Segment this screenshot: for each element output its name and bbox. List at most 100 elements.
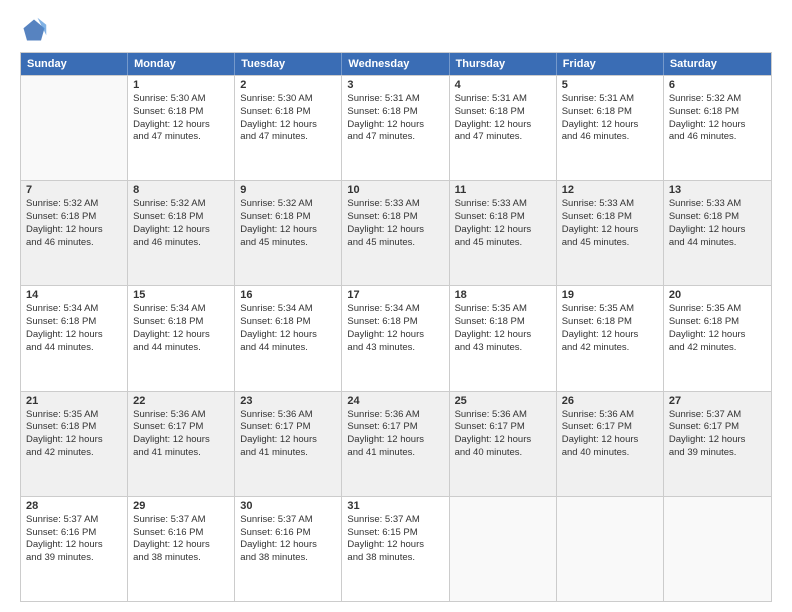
day-number: 24 (347, 395, 443, 407)
cell-line: Sunset: 6:18 PM (347, 106, 443, 119)
cell-line: Sunset: 6:18 PM (133, 106, 229, 119)
calendar-row: 21Sunrise: 5:35 AMSunset: 6:18 PMDayligh… (21, 391, 771, 496)
calendar-cell: 4Sunrise: 5:31 AMSunset: 6:18 PMDaylight… (450, 76, 557, 180)
cell-line: Sunset: 6:18 PM (669, 211, 766, 224)
day-number: 23 (240, 395, 336, 407)
cell-line: Sunset: 6:18 PM (562, 211, 658, 224)
cell-line: Sunrise: 5:32 AM (669, 93, 766, 106)
day-number: 11 (455, 184, 551, 196)
cell-line: Daylight: 12 hours (669, 434, 766, 447)
cell-line: Sunrise: 5:34 AM (26, 303, 122, 316)
cell-line: and 42 minutes. (669, 342, 766, 355)
cell-line: Sunset: 6:18 PM (562, 316, 658, 329)
cell-line: Daylight: 12 hours (26, 329, 122, 342)
logo (20, 16, 52, 44)
calendar-cell: 25Sunrise: 5:36 AMSunset: 6:17 PMDayligh… (450, 392, 557, 496)
cell-line: Daylight: 12 hours (347, 539, 443, 552)
cell-line: Daylight: 12 hours (562, 224, 658, 237)
cell-line: Sunset: 6:15 PM (347, 527, 443, 540)
day-number: 8 (133, 184, 229, 196)
calendar-cell: 8Sunrise: 5:32 AMSunset: 6:18 PMDaylight… (128, 181, 235, 285)
calendar: SundayMondayTuesdayWednesdayThursdayFrid… (20, 52, 772, 602)
calendar-cell: 14Sunrise: 5:34 AMSunset: 6:18 PMDayligh… (21, 286, 128, 390)
cell-line: Daylight: 12 hours (669, 224, 766, 237)
cell-line: Sunrise: 5:36 AM (133, 409, 229, 422)
calendar-cell (557, 497, 664, 601)
cell-line: and 47 minutes. (347, 131, 443, 144)
calendar-cell: 12 Sunrise: 5:33 AMSunset: 6:18 PMDayligh… (557, 181, 664, 285)
cell-line: Daylight: 12 hours (133, 434, 229, 447)
cell-line: Daylight: 12 hours (347, 329, 443, 342)
cell-line: Sunset: 6:18 PM (240, 316, 336, 329)
calendar-header-cell: Sunday (21, 53, 128, 75)
calendar-cell: 15Sunrise: 5:34 AMSunset: 6:18 PMDayligh… (128, 286, 235, 390)
cell-line: Daylight: 12 hours (669, 329, 766, 342)
day-number: 27 (669, 395, 766, 407)
cell-line: Sunrise: 5:31 AM (455, 93, 551, 106)
calendar-cell: 21Sunrise: 5:35 AMSunset: 6:18 PMDayligh… (21, 392, 128, 496)
calendar-body: 1Sunrise: 5:30 AMSunset: 6:18 PMDaylight… (21, 75, 771, 601)
day-number: 12 (562, 184, 658, 196)
calendar-cell: 22Sunrise: 5:36 AMSunset: 6:17 PMDayligh… (128, 392, 235, 496)
cell-line: and 45 minutes. (455, 237, 551, 250)
calendar-header-cell: Friday (557, 53, 664, 75)
calendar-cell: 10Sunrise: 5:33 AMSunset: 6:18 PMDayligh… (342, 181, 449, 285)
cell-line: Sunset: 6:17 PM (240, 421, 336, 434)
day-number: 28 (26, 500, 122, 512)
cell-line: Sunset: 6:18 PM (133, 316, 229, 329)
day-number: 6 (669, 79, 766, 91)
calendar-cell: 5Sunrise: 5:31 AMSunset: 6:18 PMDaylight… (557, 76, 664, 180)
cell-line: Daylight: 12 hours (455, 329, 551, 342)
day-number: 25 (455, 395, 551, 407)
logo-icon (20, 16, 48, 44)
calendar-header-row: SundayMondayTuesdayWednesdayThursdayFrid… (21, 53, 771, 75)
cell-line: Sunrise: 5:37 AM (669, 409, 766, 422)
cell-line: and 46 minutes. (562, 131, 658, 144)
calendar-cell: 23Sunrise: 5:36 AMSunset: 6:17 PMDayligh… (235, 392, 342, 496)
cell-line: and 46 minutes. (669, 131, 766, 144)
cell-line: and 39 minutes. (669, 447, 766, 460)
cell-line: Daylight: 12 hours (347, 434, 443, 447)
cell-line: Daylight: 12 hours (240, 224, 336, 237)
cell-line: Sunset: 6:17 PM (347, 421, 443, 434)
cell-line: Sunset: 6:17 PM (455, 421, 551, 434)
cell-line: Sunset: 6:18 PM (455, 211, 551, 224)
cell-line: Sunset: 6:17 PM (669, 421, 766, 434)
calendar-cell: 20Sunrise: 5:35 AMSunset: 6:18 PMDayligh… (664, 286, 771, 390)
cell-line: and 45 minutes. (562, 237, 658, 250)
calendar-cell (450, 497, 557, 601)
calendar-header-cell: Monday (128, 53, 235, 75)
cell-line: Daylight: 12 hours (133, 329, 229, 342)
day-number: 15 (133, 289, 229, 301)
cell-line: Daylight: 12 hours (133, 119, 229, 132)
day-number: 29 (133, 500, 229, 512)
cell-line: and 47 minutes. (240, 131, 336, 144)
cell-line: Daylight: 12 hours (26, 224, 122, 237)
day-number: 21 (26, 395, 122, 407)
calendar-cell: 13Sunrise: 5:33 AMSunset: 6:18 PMDayligh… (664, 181, 771, 285)
cell-line: Daylight: 12 hours (455, 119, 551, 132)
day-number: 16 (240, 289, 336, 301)
day-number: 13 (669, 184, 766, 196)
cell-line: Sunset: 6:18 PM (240, 106, 336, 119)
calendar-header-cell: Saturday (664, 53, 771, 75)
calendar-cell: 18Sunrise: 5:35 AMSunset: 6:18 PMDayligh… (450, 286, 557, 390)
cell-line: Sunrise: 5:30 AM (133, 93, 229, 106)
cell-line: Sunrise: 5:35 AM (26, 409, 122, 422)
cell-line: Sunrise: 5:32 AM (133, 198, 229, 211)
cell-line: Sunset: 6:16 PM (26, 527, 122, 540)
calendar-cell: 26Sunrise: 5:36 AMSunset: 6:17 PMDayligh… (557, 392, 664, 496)
cell-line: and 38 minutes. (240, 552, 336, 565)
cell-line: Sunrise: 5:33 AM (562, 198, 658, 211)
cell-line: Sunrise: 5:35 AM (669, 303, 766, 316)
day-number: 22 (133, 395, 229, 407)
cell-line: Sunrise: 5:36 AM (455, 409, 551, 422)
cell-line: Daylight: 12 hours (347, 224, 443, 237)
calendar-cell: 27 Sunrise: 5:37 AMSunset: 6:17 PMDayligh… (664, 392, 771, 496)
calendar-header-cell: Tuesday (235, 53, 342, 75)
cell-line: Sunset: 6:18 PM (455, 106, 551, 119)
cell-line: Sunrise: 5:30 AM (240, 93, 336, 106)
cell-line: Sunrise: 5:36 AM (562, 409, 658, 422)
cell-line: and 47 minutes. (133, 131, 229, 144)
cell-line: Daylight: 12 hours (240, 329, 336, 342)
